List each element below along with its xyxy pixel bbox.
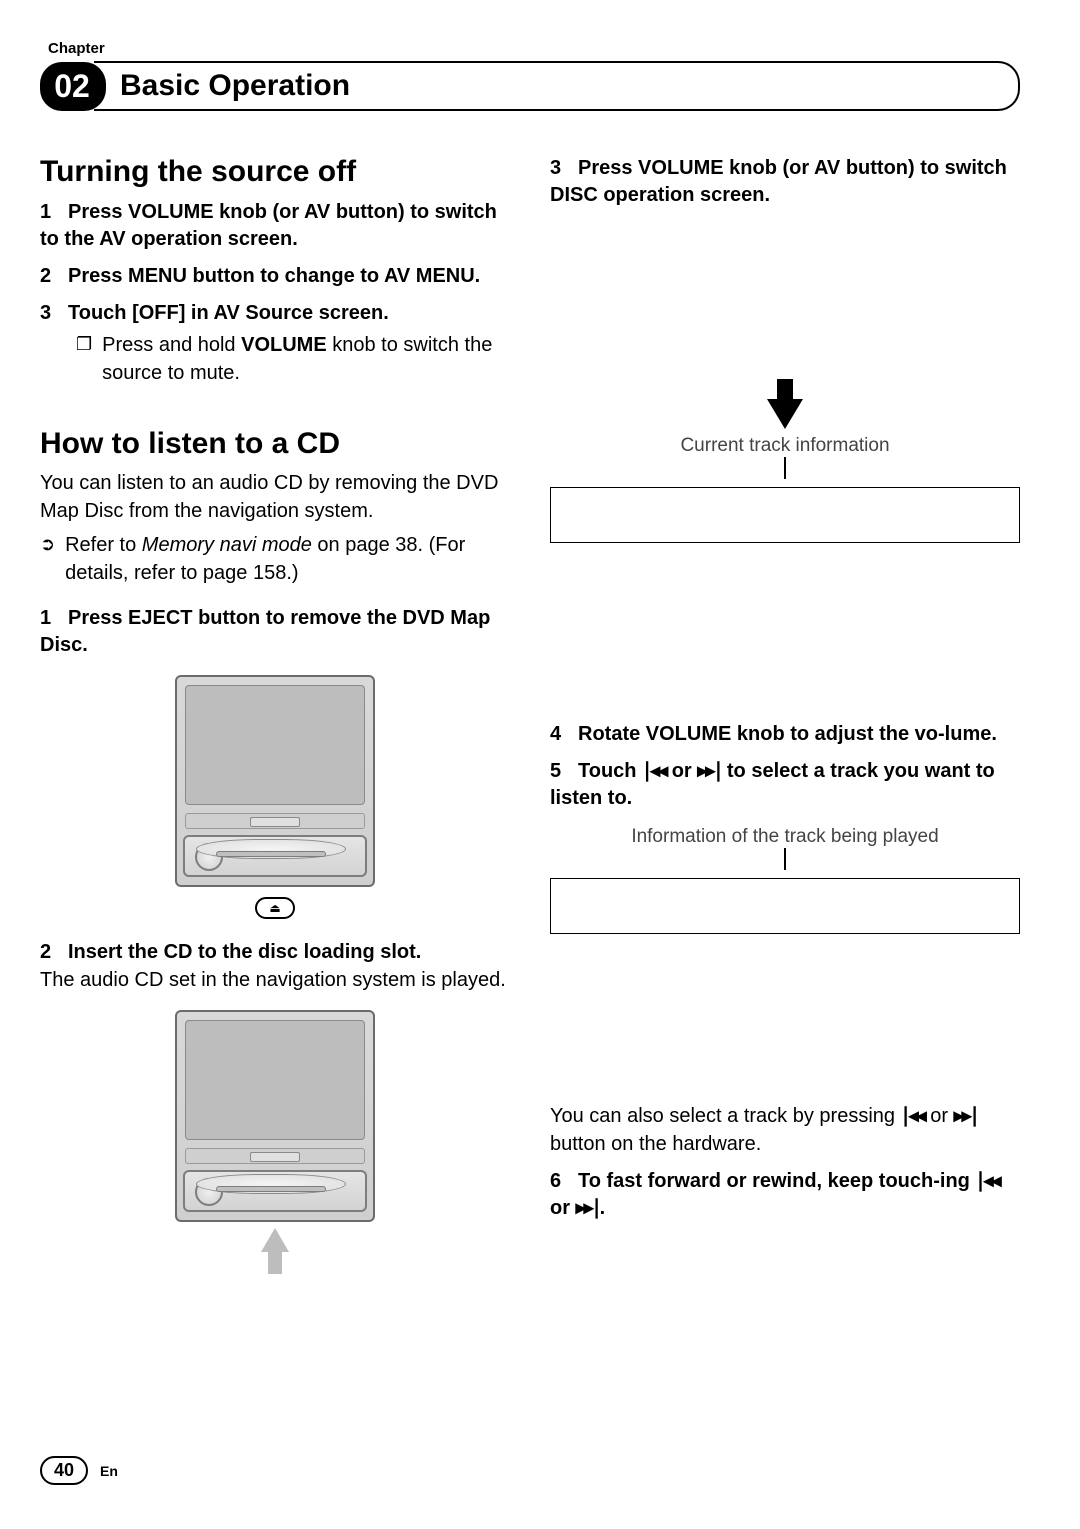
step-text: Rotate VOLUME knob to adjust the vo-lume…	[578, 723, 997, 745]
t: .	[600, 1197, 606, 1219]
t: button on the hardware.	[550, 1133, 761, 1155]
disc-slot	[216, 1186, 326, 1192]
screenshot-placeholder	[550, 209, 1020, 379]
reference-arrow-icon: ➲	[40, 531, 55, 587]
note-bullet-icon: ❐	[76, 331, 92, 387]
device-tray	[183, 835, 367, 877]
step-text: Press VOLUME knob (or AV button) to swit…	[40, 201, 497, 250]
chapter-label: Chapter	[48, 40, 1020, 57]
ref-pre: Refer to	[65, 534, 142, 556]
disc-step-3: 3Press VOLUME knob (or AV button) to swi…	[550, 155, 1020, 209]
device-illustration-insert	[40, 1010, 510, 1274]
cd-step-2-body: The audio CD set in the navigation syste…	[40, 966, 510, 994]
step-text: Press VOLUME knob (or AV button) to swit…	[550, 157, 1007, 206]
t: or	[925, 1105, 954, 1127]
step-number: 6	[550, 1168, 578, 1195]
note-text: Press and hold VOLUME knob to switch the…	[102, 331, 510, 387]
callout-line	[784, 848, 786, 870]
cd-step-2: 2Insert the CD to the disc loading slot.	[40, 939, 510, 966]
disc-slot	[216, 851, 326, 857]
screenshot-placeholder	[550, 952, 1020, 1102]
device-illustration-eject: ⏏	[40, 675, 510, 919]
right-column: 3Press VOLUME knob (or AV button) to swi…	[550, 155, 1020, 1294]
page-number-badge: 40	[40, 1456, 88, 1485]
eject-button-icon: ⏏	[255, 897, 295, 919]
track-info-box	[550, 487, 1020, 543]
eject-glyph: ⏏	[269, 901, 280, 915]
note-bold: VOLUME	[241, 334, 327, 356]
down-arrow-icon	[550, 379, 1020, 429]
step-text: Touch ∣◂◂ or ▸▸∣ to select a track you w…	[550, 760, 995, 809]
step-number: 5	[550, 758, 578, 785]
t: or	[666, 760, 697, 782]
t: You can also select a track by pressing	[550, 1105, 901, 1127]
cross-reference: ➲ Refer to Memory navi mode on page 38. …	[40, 531, 510, 587]
caption-current-track: Current track information	[550, 435, 1020, 457]
step-text: Press MENU button to change to AV MENU.	[68, 265, 480, 287]
step-2: 2Press MENU button to change to AV MENU.	[40, 263, 510, 290]
device-control-bar	[185, 813, 365, 829]
next-track-icon: ▸▸∣	[954, 1105, 978, 1127]
step-1: 1Press VOLUME knob (or AV button) to swi…	[40, 199, 510, 253]
callout-line	[784, 457, 786, 479]
playing-info-box	[550, 878, 1020, 934]
device-screen	[185, 685, 365, 805]
step-3: 3Touch [OFF] in AV Source screen.	[40, 300, 510, 327]
next-track-icon: ▸▸∣	[697, 760, 721, 782]
step-number: 3	[550, 155, 578, 182]
next-track-icon: ▸▸∣	[576, 1197, 600, 1219]
screenshot-placeholder	[550, 561, 1020, 711]
ref-italic: Memory navi mode	[142, 534, 312, 556]
page-footer: 40 En	[40, 1456, 118, 1485]
step-text: Press EJECT button to remove the DVD Map…	[40, 607, 490, 656]
section-heading-turning-off: Turning the source off	[40, 155, 510, 189]
t: or	[550, 1197, 576, 1219]
step-text: To fast forward or rewind, keep touch-in…	[550, 1170, 1000, 1219]
step-number: 1	[40, 605, 68, 632]
step-number: 2	[40, 263, 68, 290]
language-label: En	[100, 1463, 118, 1479]
step-text: Insert the CD to the disc loading slot.	[68, 941, 421, 963]
t: To fast forward or rewind, keep touch-in…	[578, 1170, 975, 1192]
device-screen	[185, 1020, 365, 1140]
left-column: Turning the source off 1Press VOLUME kno…	[40, 155, 510, 1294]
chapter-title: Basic Operation	[94, 61, 1020, 111]
note: ❐ Press and hold VOLUME knob to switch t…	[40, 331, 510, 387]
disc-step-5: 5Touch ∣◂◂ or ▸▸∣ to select a track you …	[550, 758, 1020, 812]
step-number: 2	[40, 939, 68, 966]
chapter-number-badge: 02	[40, 62, 106, 111]
reference-text: Refer to Memory navi mode on page 38. (F…	[65, 531, 510, 587]
also-select-text: You can also select a track by pressing …	[550, 1102, 1020, 1158]
section-intro: You can listen to an audio CD by removin…	[40, 469, 510, 525]
step-text: Touch [OFF] in AV Source screen.	[68, 302, 389, 324]
section-heading-listen-cd: How to listen to a CD	[40, 427, 510, 461]
prev-track-icon: ∣◂◂	[642, 760, 666, 782]
device-tray	[183, 1170, 367, 1212]
insert-arrow-stem	[268, 1252, 282, 1274]
step-number: 3	[40, 300, 68, 327]
disc-step-4: 4Rotate VOLUME knob to adjust the vo-lum…	[550, 721, 1020, 748]
cd-step-1: 1Press EJECT button to remove the DVD Ma…	[40, 605, 510, 659]
caption-playing-track: Information of the track being played	[550, 826, 1020, 848]
disc-step-6: 6To fast forward or rewind, keep touch-i…	[550, 1168, 1020, 1222]
step-number: 4	[550, 721, 578, 748]
insert-arrow-icon	[261, 1228, 289, 1252]
step-number: 1	[40, 199, 68, 226]
device-control-bar	[185, 1148, 365, 1164]
chapter-header: 02 Basic Operation	[40, 61, 1020, 111]
t: Touch	[578, 760, 642, 782]
note-pre: Press and hold	[102, 334, 241, 356]
prev-track-icon: ∣◂◂	[975, 1170, 999, 1192]
prev-track-icon: ∣◂◂	[901, 1105, 925, 1127]
